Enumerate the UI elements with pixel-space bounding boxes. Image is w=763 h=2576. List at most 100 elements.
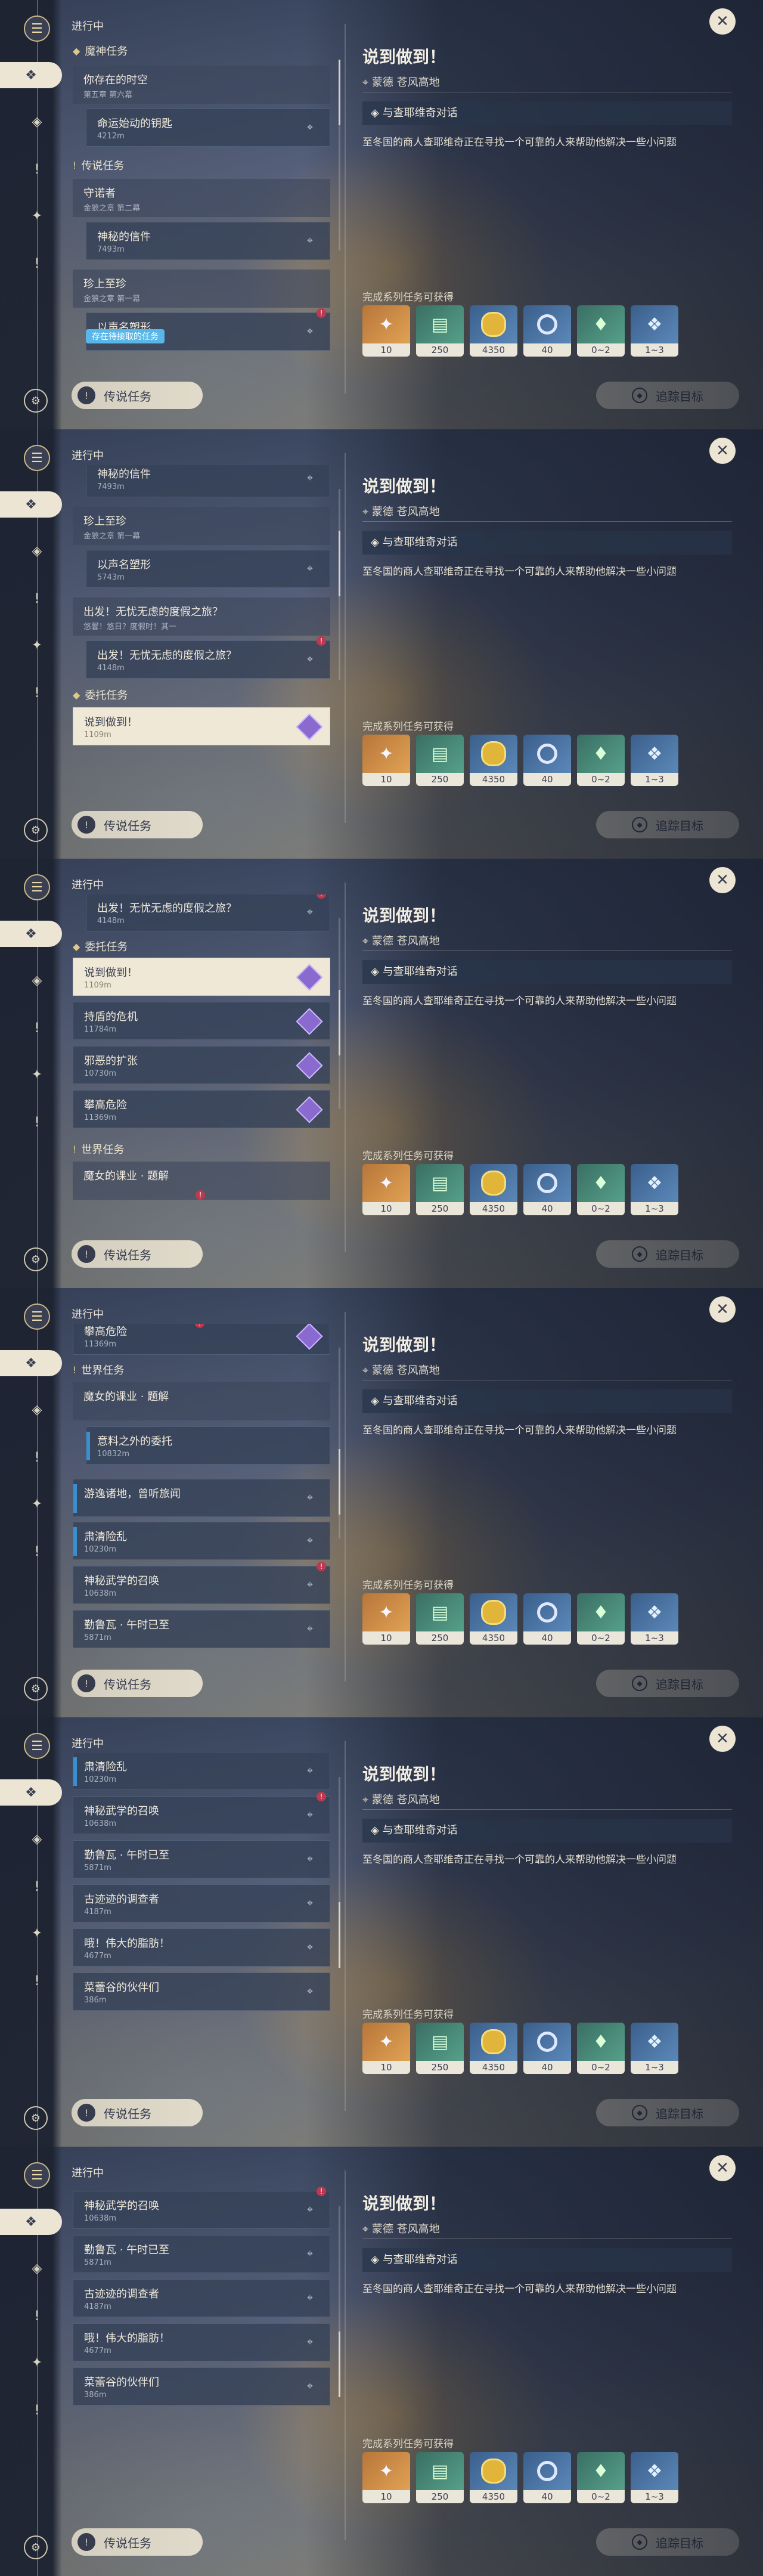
scrollbar[interactable] [339,1348,340,1538]
companionship-exp-icon[interactable]: 40 [523,2452,571,2503]
world-quest-tab[interactable]: ✦ [24,2349,50,2376]
story-quest-tab[interactable]: ◈ [24,1397,50,1423]
primogem-icon[interactable]: ✦ 10 [362,2023,410,2074]
quest-item[interactable]: 珍上至珍 金狼之章 第一幕 [73,507,330,545]
primogem-icon[interactable]: ✦ 10 [362,735,410,786]
quest-item[interactable]: 勤鲁瓦 · 午时已至 5871m ⌖ [73,1610,330,1648]
archon-quest-tab[interactable]: ❖ [0,62,62,88]
quest-item[interactable]: 神秘武学的召唤 10638m ⌖! [73,2187,330,2229]
scrollbar[interactable] [339,60,340,250]
quest-item[interactable]: 攀高危险11369m! [73,1324,330,1355]
scrollbar[interactable] [339,1777,340,1968]
archon-quest-tab[interactable]: ❖ [0,1779,62,1806]
quest-item[interactable]: 魔女的课业 · 题解! [73,1162,330,1200]
story-quest-tab[interactable]: ◈ [24,2255,50,2281]
settings-icon[interactable]: ⚙ [24,1247,48,1271]
world-quest-tab[interactable]: ✦ [24,1920,50,1946]
world-quest-tab[interactable]: ✦ [24,203,50,229]
quest-item[interactable]: 意料之外的委托 10832m [86,1426,330,1465]
quest-item-selected[interactable]: 说到做到！ 1109m [73,958,330,996]
quest-item[interactable]: 勤鲁瓦 · 午时已至 5871m ⌖ [73,2235,330,2273]
quest-item[interactable]: 肃清险乱 10230m ⌖ [73,1753,330,1790]
close-button[interactable]: ✕ [709,8,736,35]
primogem-icon[interactable]: ✦ 10 [362,1164,410,1215]
quest-item[interactable]: 古迹迹的调查者 4187m ⌖ [73,2279,330,2317]
archon-quest-tab[interactable]: ❖ [0,921,62,947]
quest-item-selected[interactable]: 说到做到！ 1109m [73,707,330,745]
archon-quest-tab[interactable]: ❖ [0,491,62,518]
quest-item[interactable]: 持盾的危机 11784m [73,1002,330,1040]
scrollbar[interactable] [339,918,340,1109]
adventure-exp-icon[interactable]: ▤ 250 [416,1164,464,1215]
story-quest-tab[interactable]: ◈ [24,109,50,135]
crystal-icon[interactable]: ♦ 0~2 [577,735,625,786]
quest-item[interactable]: 命运始动的钥匙 4212m ⌖ [86,109,330,147]
crystal-icon[interactable]: ♦ 0~2 [577,2023,625,2074]
close-button[interactable]: ✕ [709,1296,736,1323]
quest-item[interactable]: 魔女的课业 · 题解 [73,1382,330,1420]
crystal-chunk-icon[interactable]: ❖ 1~3 [631,2023,678,2074]
archon-quest-tab[interactable]: ❖ [0,2209,62,2235]
companionship-exp-icon[interactable]: 40 [523,1593,571,1645]
primogem-icon[interactable]: ✦ 10 [362,2452,410,2503]
quest-item[interactable]: 哦！伟大的脂肪！ 4677m ⌖ [73,2323,330,2361]
quest-book-icon[interactable]: ☰ [24,1304,50,1330]
companionship-exp-icon[interactable]: 40 [523,1164,571,1215]
mora-icon[interactable]: 4350 [470,735,517,786]
scrollbar[interactable] [339,2206,340,2397]
crystal-chunk-icon[interactable]: ❖ 1~3 [631,305,678,357]
crystal-chunk-icon[interactable]: ❖ 1~3 [631,2452,678,2503]
story-quest-tab[interactable]: ◈ [24,538,50,564]
mora-icon[interactable]: 4350 [470,2452,517,2503]
event-quest-tab[interactable]: ! [24,1109,50,1135]
archon-quest-tab[interactable]: ❖ [0,1350,62,1376]
quest-item[interactable]: 守诺者 金狼之章 第二幕 [73,179,330,217]
quest-book-icon[interactable]: ☰ [24,16,50,42]
scrollbar-thumb[interactable] [339,1449,340,1515]
mora-icon[interactable]: 4350 [470,2023,517,2074]
settings-icon[interactable]: ⚙ [24,1677,48,1701]
companionship-exp-icon[interactable]: 40 [523,2023,571,2074]
event-quest-tab[interactable]: ! [24,2397,50,2423]
world-quest-tab[interactable]: ✦ [24,1061,50,1088]
world-quest-tab[interactable]: ✦ [24,632,50,658]
legend-quest-tab[interactable]: ! [24,586,50,612]
scrollbar[interactable] [339,489,340,680]
quest-item[interactable]: 邪恶的扩张 10730m [73,1046,330,1084]
companionship-exp-icon[interactable]: 40 [523,305,571,357]
quest-item[interactable]: 攀高危险 11369m [73,1090,330,1128]
primogem-icon[interactable]: ✦ 10 [362,305,410,357]
legend-quest-tab[interactable]: ! [24,1015,50,1041]
close-button[interactable]: ✕ [709,2155,736,2181]
story-quest-tab[interactable]: ◈ [24,1826,50,1852]
story-quest-tab[interactable]: ◈ [24,967,50,993]
crystal-chunk-icon[interactable]: ❖ 1~3 [631,735,678,786]
crystal-chunk-icon[interactable]: ❖ 1~3 [631,1164,678,1215]
scrollbar-thumb[interactable] [339,60,340,125]
settings-icon[interactable]: ⚙ [24,818,48,842]
mora-icon[interactable]: 4350 [470,305,517,357]
quest-item[interactable]: 神秘武学的召唤 10638m ⌖! [73,1562,330,1604]
quest-item[interactable]: 出发！无忧无虑的度假之旅？4148m⌖! [86,636,330,679]
quest-item[interactable]: 珍上至珍 金狼之章 第一幕 [73,270,330,308]
crystal-icon[interactable]: ♦ 0~2 [577,2452,625,2503]
legend-quest-tab[interactable]: ! [24,2303,50,2329]
quest-item[interactable]: 游逸诸地，曾听旅闻 ⌖ [73,1479,330,1517]
event-quest-tab[interactable]: ! [24,250,50,277]
close-button[interactable]: ✕ [709,1726,736,1752]
quest-item[interactable]: 出发！无忧无虑的度假之旅？ 悠馨！悠日？度假时！其一 [73,597,330,636]
adventure-exp-icon[interactable]: ▤ 250 [416,2023,464,2074]
companionship-exp-icon[interactable]: 40 [523,735,571,786]
quest-item[interactable]: 以声名塑形 5743m ⌖ [86,550,330,588]
scrollbar-thumb[interactable] [339,2332,340,2397]
legend-quest-tab[interactable]: ! [24,1874,50,1900]
event-quest-tab[interactable]: ! [24,1968,50,1994]
quest-item[interactable]: 古迹迹的调查者 4187m ⌖ [73,1884,330,1922]
event-quest-tab[interactable]: ! [24,680,50,706]
quest-item[interactable]: 神秘的信件 7493m ⌖ [86,222,330,260]
adventure-exp-icon[interactable]: ▤ 250 [416,1593,464,1645]
quest-item[interactable]: 你存在的时空 第五章 第六幕 [73,66,330,104]
crystal-icon[interactable]: ♦ 0~2 [577,305,625,357]
scrollbar-thumb[interactable] [339,1902,340,1968]
quest-book-icon[interactable]: ☰ [24,1733,50,1759]
